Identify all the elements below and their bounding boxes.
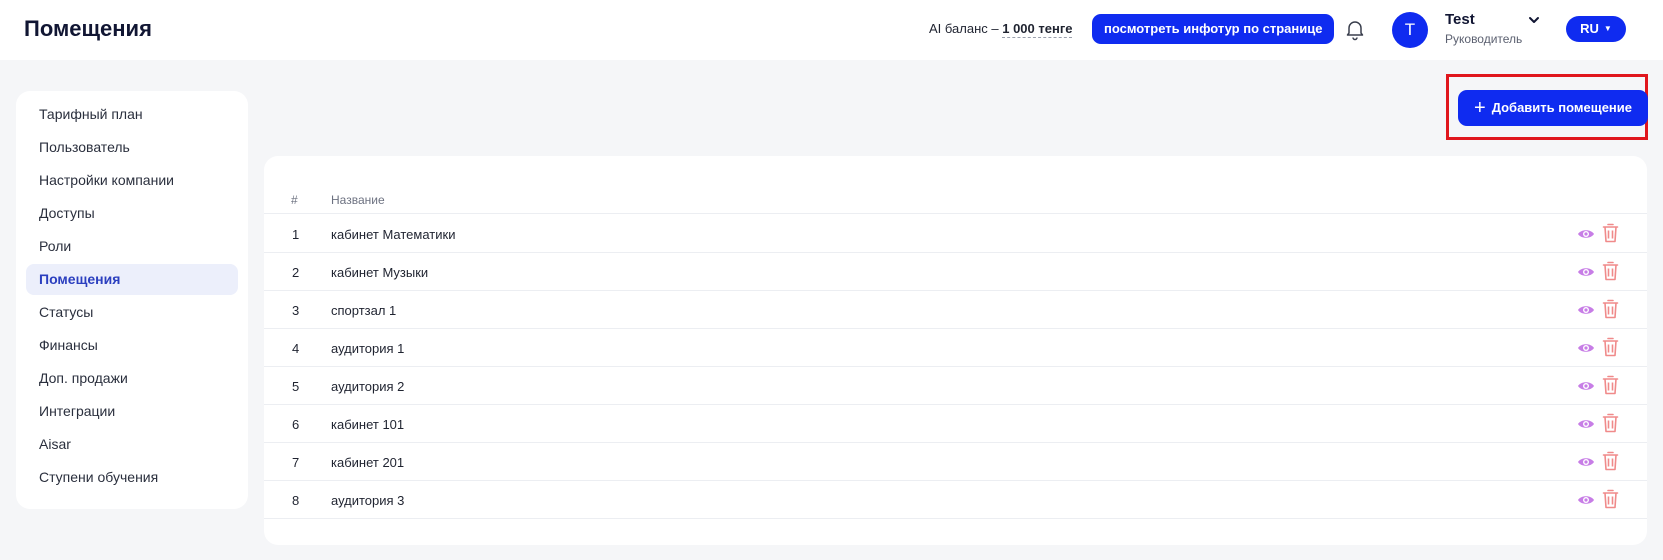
bell-icon[interactable] xyxy=(1343,17,1367,41)
trash-icon[interactable] xyxy=(1602,337,1619,357)
row-name: кабинет Музыки xyxy=(331,265,429,280)
trash-icon[interactable] xyxy=(1602,299,1619,319)
sidebar-item-aisar[interactable]: Aisar xyxy=(26,429,238,460)
ai-balance-label: AI баланс – xyxy=(929,21,999,36)
table-row: 4 аудитория 1 xyxy=(264,329,1647,367)
avatar[interactable]: T xyxy=(1392,12,1428,48)
sidebar-item-roles[interactable]: Роли xyxy=(26,231,238,262)
language-selector[interactable]: RU ▼ xyxy=(1566,16,1626,42)
info-tour-button[interactable]: посмотреть инфотур по странице xyxy=(1092,14,1335,44)
row-number: 4 xyxy=(292,341,300,356)
sidebar-item-access[interactable]: Доступы xyxy=(26,198,238,229)
caret-down-icon: ▼ xyxy=(1603,24,1612,33)
trash-icon[interactable] xyxy=(1602,489,1619,509)
sidebar-item-rooms[interactable]: Помещения xyxy=(26,264,238,295)
row-number: 3 xyxy=(292,303,300,318)
sidebar-item-tariff[interactable]: Тарифный план xyxy=(26,99,238,130)
row-name: спортзал 1 xyxy=(331,303,397,318)
eye-icon[interactable] xyxy=(1577,453,1595,471)
plus-icon: + xyxy=(1474,97,1486,119)
eye-icon[interactable] xyxy=(1577,377,1595,395)
row-name: аудитория 3 xyxy=(331,493,405,508)
row-name: кабинет 201 xyxy=(331,455,405,470)
row-number: 5 xyxy=(292,379,300,394)
row-name: аудитория 1 xyxy=(331,341,405,356)
settings-sidebar: Тарифный план Пользователь Настройки ком… xyxy=(16,91,248,509)
user-name[interactable]: Test xyxy=(1445,11,1475,28)
eye-icon[interactable] xyxy=(1577,225,1595,243)
trash-icon[interactable] xyxy=(1602,223,1619,243)
sidebar-item-finance[interactable]: Финансы xyxy=(26,330,238,361)
sidebar-item-company-settings[interactable]: Настройки компании xyxy=(26,165,238,196)
sidebar-item-upsells[interactable]: Доп. продажи xyxy=(26,363,238,394)
table-header: # Название xyxy=(264,186,1647,214)
row-number: 6 xyxy=(292,417,300,432)
eye-icon[interactable] xyxy=(1577,339,1595,357)
table-row: 1 кабинет Математики xyxy=(264,215,1647,253)
table-row: 6 кабинет 101 xyxy=(264,405,1647,443)
sidebar-item-education-levels[interactable]: Ступени обучения xyxy=(26,462,238,493)
eye-icon[interactable] xyxy=(1577,263,1595,281)
trash-icon[interactable] xyxy=(1602,451,1619,471)
chevron-down-icon[interactable] xyxy=(1527,13,1541,27)
ai-balance: AI баланс – 1 000 тенге xyxy=(929,21,1073,38)
page-title: Помещения xyxy=(24,16,152,41)
row-name: кабинет Математики xyxy=(331,227,456,242)
sidebar-item-statuses[interactable]: Статусы xyxy=(26,297,238,328)
sidebar-item-integrations[interactable]: Интеграции xyxy=(26,396,238,427)
row-number: 1 xyxy=(292,227,300,242)
language-label: RU xyxy=(1580,21,1599,36)
column-name: Название xyxy=(331,193,385,207)
table-row: 2 кабинет Музыки xyxy=(264,253,1647,291)
table-row: 5 аудитория 2 xyxy=(264,367,1647,405)
top-header: Помещения AI баланс – 1 000 тенге посмот… xyxy=(0,0,1663,60)
table-row: 7 кабинет 201 xyxy=(264,443,1647,481)
row-name: кабинет 101 xyxy=(331,417,405,432)
column-number: # xyxy=(291,193,298,207)
user-role: Руководитель xyxy=(1445,32,1523,46)
row-number: 7 xyxy=(292,455,300,470)
sidebar-item-user[interactable]: Пользователь xyxy=(26,132,238,163)
row-number: 2 xyxy=(292,265,300,280)
eye-icon[interactable] xyxy=(1577,491,1595,509)
eye-icon[interactable] xyxy=(1577,301,1595,319)
add-room-button[interactable]: + Добавить помещение xyxy=(1458,90,1648,126)
row-number: 8 xyxy=(292,493,300,508)
trash-icon[interactable] xyxy=(1602,261,1619,281)
row-name: аудитория 2 xyxy=(331,379,405,394)
table-row: 3 спортзал 1 xyxy=(264,291,1647,329)
ai-balance-value[interactable]: 1 000 тенге xyxy=(1002,21,1073,38)
eye-icon[interactable] xyxy=(1577,415,1595,433)
rooms-table: # Название 1 кабинет Математики 2 кабине… xyxy=(264,156,1647,545)
add-room-label: Добавить помещение xyxy=(1491,100,1633,115)
trash-icon[interactable] xyxy=(1602,375,1619,395)
table-row: 8 аудитория 3 xyxy=(264,481,1647,519)
trash-icon[interactable] xyxy=(1602,413,1619,433)
